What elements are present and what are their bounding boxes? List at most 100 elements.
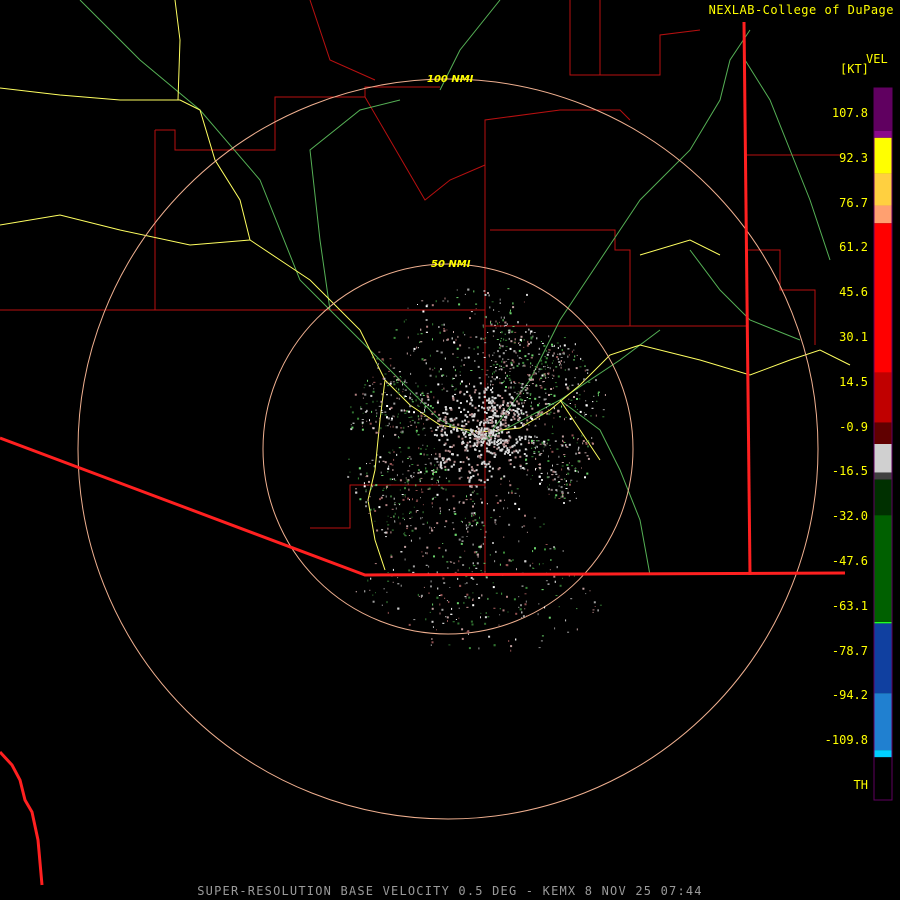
radar-pixel: [419, 341, 421, 343]
radar-pixel: [426, 304, 429, 306]
radar-pixel: [521, 383, 524, 385]
radar-pixel: [505, 377, 507, 380]
radar-pixel: [410, 457, 412, 460]
radar-pixel: [428, 458, 430, 460]
radar-pixel: [380, 471, 382, 474]
radar-pixel: [360, 408, 363, 410]
radar-pixel: [460, 467, 463, 470]
radar-pixel: [532, 335, 534, 338]
radar-pixel: [420, 341, 423, 343]
radar-pixel: [404, 396, 406, 398]
radar-pixel: [541, 589, 544, 591]
radar-pixel: [408, 623, 411, 626]
radar-pixel: [544, 366, 546, 368]
radar-pixel: [429, 405, 432, 408]
radar-pixel: [362, 397, 364, 399]
radar-pixel: [459, 371, 461, 373]
radar-pixel: [543, 446, 545, 448]
radar-pixel: [490, 475, 493, 478]
radar-pixel: [381, 604, 383, 606]
radar-pixel: [430, 644, 432, 646]
radar-pixel: [436, 493, 439, 496]
radar-pixel: [483, 429, 486, 432]
radar-pixel: [386, 488, 387, 490]
radar-pixel: [530, 336, 533, 339]
radar-pixel: [508, 523, 511, 526]
radar-pixel: [492, 414, 495, 417]
radar-pixel: [524, 435, 527, 438]
radar-pixel: [471, 429, 474, 432]
radar-pixel: [585, 593, 587, 595]
radar-pixel: [525, 454, 528, 457]
radar-pixel: [589, 590, 591, 592]
radar-pixel: [511, 451, 514, 454]
radar-pixel: [362, 412, 364, 414]
radar-pixel: [541, 362, 543, 365]
radar-pixel: [581, 467, 582, 469]
radar-pixel: [561, 495, 564, 498]
radar-pixel: [410, 539, 412, 542]
radar-pixel: [516, 488, 519, 490]
radar-pixel: [563, 337, 566, 339]
radar-pixel: [523, 401, 525, 404]
radar-pixel: [484, 465, 487, 468]
radar-pixel: [411, 399, 413, 401]
radar-pixel: [489, 366, 492, 367]
radar-pixel: [514, 502, 517, 505]
radar-pixel: [514, 492, 517, 494]
radar-pixel: [550, 448, 552, 450]
radar-pixel: [531, 354, 534, 357]
radar-pixel: [530, 357, 533, 359]
radar-pixel: [524, 593, 527, 595]
radar-pixel: [523, 392, 524, 394]
radar-pixel: [577, 448, 579, 451]
radar-pixel: [390, 517, 392, 518]
radar-pixel: [488, 444, 491, 446]
radar-pixel: [534, 366, 537, 368]
radar-pixel: [458, 501, 460, 504]
radar-pixel: [500, 325, 502, 328]
radar-pixel: [501, 382, 504, 383]
radar-pixel: [476, 346, 479, 349]
radar-pixel: [520, 604, 522, 607]
radar-pixel: [398, 516, 400, 519]
radar-pixel: [531, 442, 533, 444]
radar-pixel: [538, 603, 540, 605]
radar-pixel: [402, 391, 404, 393]
radar-pixel: [417, 434, 420, 436]
radar-pixel: [405, 396, 407, 397]
radar-pixel: [503, 338, 505, 341]
radar-pixel: [537, 451, 540, 453]
radar-pixel: [568, 354, 570, 356]
radar-pixel: [392, 478, 393, 480]
radar-pixel: [375, 409, 377, 411]
radar-pixel: [554, 580, 556, 583]
radar-pixel: [509, 463, 512, 466]
radar-pixel: [485, 427, 488, 430]
radar-pixel: [450, 430, 453, 433]
radar-pixel: [571, 465, 574, 467]
radar-map[interactable]: 100 NMI 50 NMI: [0, 0, 900, 900]
radar-pixel: [536, 412, 539, 413]
radar-pixel: [489, 306, 491, 309]
radar-pixel: [440, 464, 443, 467]
radar-pixel: [404, 379, 406, 382]
radar-pixel: [482, 352, 484, 354]
radar-pixel: [373, 465, 375, 467]
radar-pixel: [498, 369, 500, 371]
radar-pixel: [517, 355, 519, 357]
radar-pixel: [430, 580, 432, 583]
radar-pixel: [519, 608, 522, 611]
radar-pixel: [408, 488, 410, 491]
radar-pixel: [421, 517, 423, 519]
radar-pixel: [402, 460, 404, 463]
radar-pixel: [445, 616, 447, 618]
radar-pixel: [592, 401, 594, 403]
radar-pixel: [439, 507, 441, 510]
radar-pixel: [395, 329, 398, 331]
radar-pixel: [563, 502, 565, 504]
radar-pixel: [541, 479, 543, 481]
radar-pixel: [554, 382, 557, 384]
radar-pixel: [525, 411, 528, 414]
radar-pixel: [501, 448, 504, 451]
